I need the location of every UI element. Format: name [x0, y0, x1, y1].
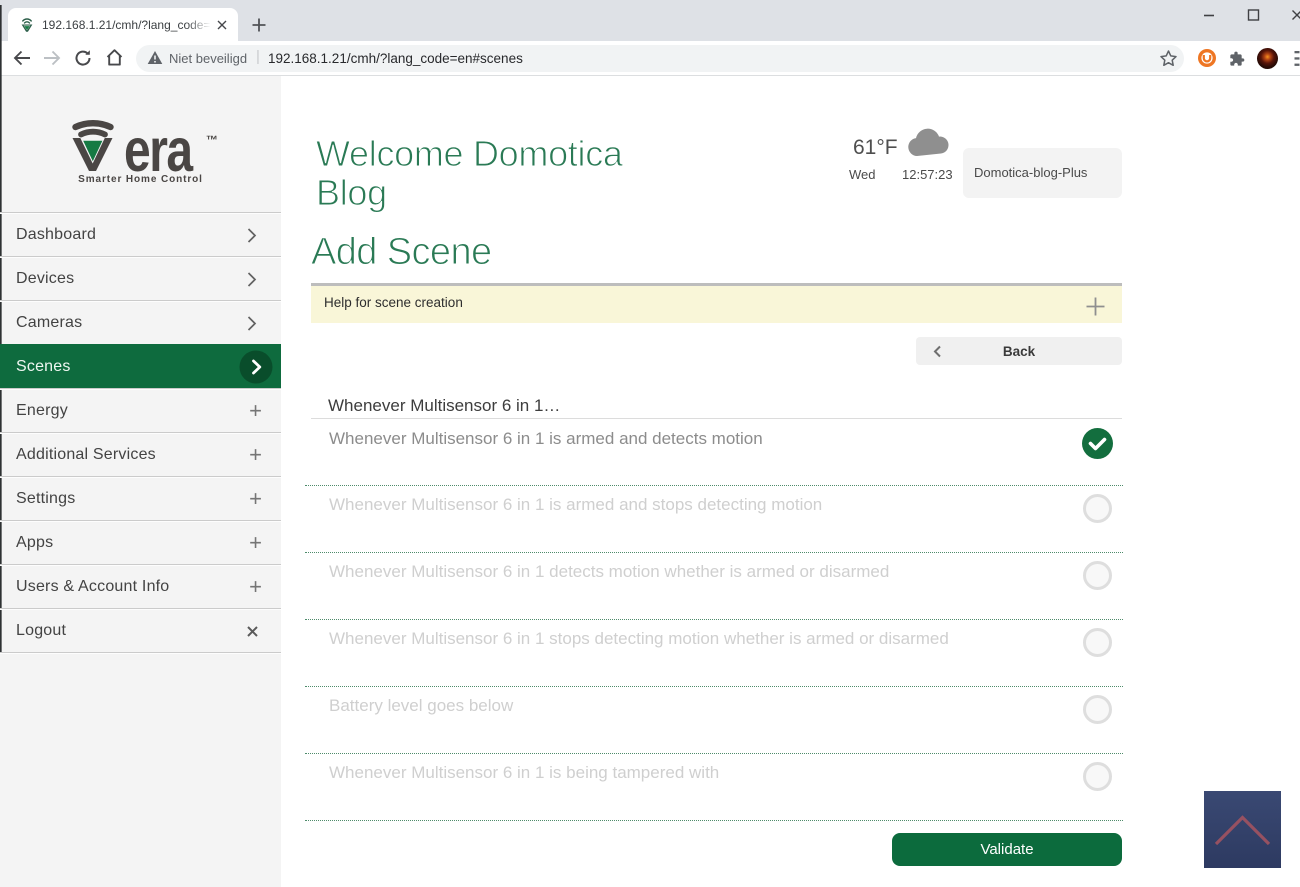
- svg-text:era: era: [124, 115, 193, 175]
- svg-text:™: ™: [206, 133, 218, 147]
